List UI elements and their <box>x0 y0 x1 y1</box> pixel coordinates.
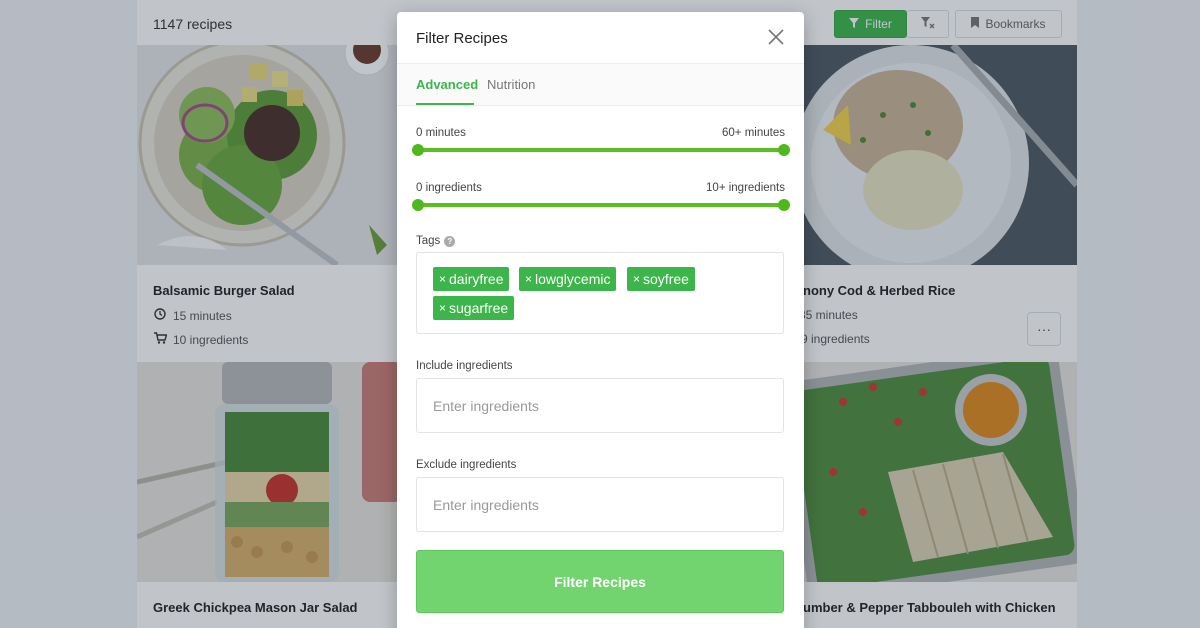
tag-chip[interactable]: × lowglycemic <box>519 267 617 291</box>
filter-recipes-modal: Filter Recipes Advanced Nutrition 0 minu… <box>397 12 804 628</box>
remove-tag-icon[interactable]: × <box>439 272 446 286</box>
tag-chip[interactable]: × sugarfree <box>433 296 515 320</box>
remove-tag-icon[interactable]: × <box>439 301 446 315</box>
exclude-ingredients-label: Exclude ingredients <box>416 459 517 471</box>
time-max-handle[interactable] <box>778 144 790 156</box>
close-icon[interactable] <box>766 27 786 47</box>
time-max-label: 60+ minutes <box>722 127 785 139</box>
modal-header: Filter Recipes <box>397 12 804 64</box>
remove-tag-icon[interactable]: × <box>525 272 532 286</box>
active-tab-indicator <box>416 103 474 105</box>
tags-label-text: Tags <box>416 235 441 247</box>
ingredients-max-label: 10+ ingredients <box>706 182 785 194</box>
time-min-label: 0 minutes <box>416 127 466 139</box>
help-icon[interactable]: ? <box>444 235 456 247</box>
tab-advanced[interactable]: Advanced <box>416 77 478 92</box>
include-ingredients-label: Include ingredients <box>416 360 513 372</box>
modal-tabs: Advanced Nutrition <box>397 64 804 106</box>
tags-input[interactable]: × dairyfree × lowglycemic × soyfree × su… <box>416 252 784 334</box>
include-ingredients-input[interactable] <box>416 378 784 433</box>
tag-chip[interactable]: × dairyfree <box>433 267 510 291</box>
tag-label: lowglycemic <box>535 271 611 287</box>
ingredients-min-handle[interactable] <box>412 199 424 211</box>
time-range-slider[interactable] <box>412 144 790 156</box>
tags-label: Tags ? <box>416 235 456 247</box>
modal-title: Filter Recipes <box>416 30 508 47</box>
time-min-handle[interactable] <box>412 144 424 156</box>
remove-tag-icon[interactable]: × <box>633 272 640 286</box>
tag-label: soyfree <box>643 271 689 287</box>
exclude-ingredients-input[interactable] <box>416 477 784 532</box>
tab-nutrition[interactable]: Nutrition <box>487 77 535 92</box>
tag-label: dairyfree <box>449 271 504 287</box>
ingredients-range-slider[interactable] <box>412 199 790 211</box>
ingredients-min-label: 0 ingredients <box>416 182 482 194</box>
filter-recipes-button[interactable]: Filter Recipes <box>416 550 784 613</box>
ingredients-max-handle[interactable] <box>778 199 790 211</box>
tag-chip[interactable]: × soyfree <box>627 267 695 291</box>
tag-label: sugarfree <box>449 300 509 316</box>
